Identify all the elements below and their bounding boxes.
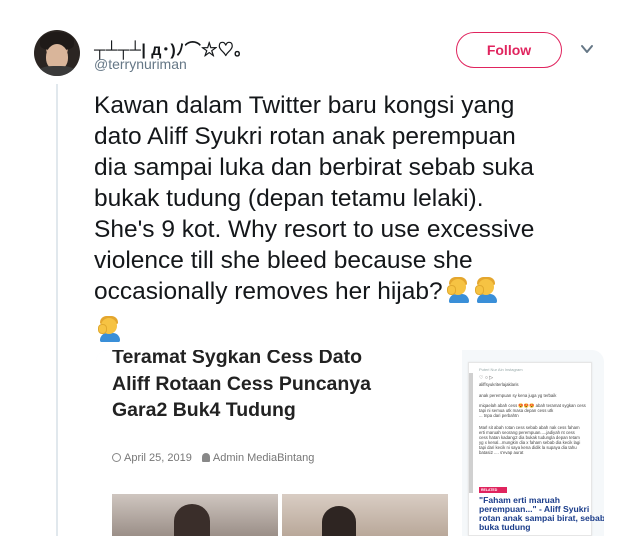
woman-facepalming-icon: [98, 316, 122, 342]
instagram-image-edge: [469, 373, 473, 493]
tweet-line: bukak tudung (depan tetamu lelaki).: [94, 185, 484, 212]
avatar[interactable]: [34, 30, 80, 76]
tweet-line: dia sampai luka dan berbirat sebab suka: [94, 154, 534, 181]
quote-line: buka tudung: [479, 522, 531, 532]
follow-button[interactable]: Follow: [456, 32, 562, 68]
chevron-down-icon[interactable]: [580, 42, 594, 56]
tweet-text: Kawan dalam Twitter baru kongsi yang dat…: [94, 90, 604, 307]
tweet-media[interactable]: Teramat Sygkan Cess Dato Aliff Rotaan Ce…: [96, 350, 604, 536]
article-title-line: Teramat Sygkan Cess Dato: [112, 350, 362, 368]
instagram-screenshot[interactable]: Puteri Nur Ain Instagram ♡ ○ ▷ aliffsyuk…: [468, 362, 604, 536]
avatar-shirt: [38, 66, 76, 76]
tweet-line: occasionally removes her hijab?: [94, 278, 443, 305]
woman-facepalming-icon: [474, 277, 499, 303]
thread-line: [56, 84, 58, 536]
article-photo: [282, 494, 448, 536]
tweet-line: Kawan dalam Twitter baru kongsi yang: [94, 92, 515, 119]
article-screenshot[interactable]: Teramat Sygkan Cess Dato Aliff Rotaan Ce…: [96, 350, 462, 536]
article-title-line: Aliff Rotaan Cess Puncanya: [112, 372, 371, 395]
tweet-line: dato Aliff Syukri rotan anak perempuan: [94, 123, 516, 150]
article-title-line: Gara2 Buk4 Tudung: [112, 399, 296, 421]
tweet-line: She's 9 kot. Why resort to use excessive: [94, 216, 535, 243]
article-meta: April 25, 2019 Admin MediaBintang: [112, 452, 314, 464]
instagram-caption: anak perempuan sy kena juga yg terbaik: [479, 393, 557, 398]
user-icon: [201, 453, 210, 462]
instagram-caption: ... tnpa dari perbahtn: [479, 413, 519, 418]
tweet-line: violence till she bleed because she: [94, 247, 473, 274]
article-author: Admin MediaBintang: [212, 452, 315, 464]
instagram-header: Puteri Nur Ain Instagram: [479, 367, 523, 372]
tweet-line-last: occasionally removes her hijab?: [94, 276, 604, 307]
user-handle[interactable]: @terrynuriman: [94, 56, 187, 72]
woman-facepalming-icon: [446, 277, 471, 303]
related-badge: RELATED: [479, 487, 507, 493]
instagram-caption: batasi2 .... s'evap aurat: [479, 450, 524, 455]
article-photo: [112, 494, 278, 536]
clock-icon: [112, 453, 121, 462]
instagram-username: aliffsyukriterlajaklaris: [479, 382, 519, 387]
instagram-icons: ♡ ○ ▷: [479, 375, 494, 381]
article-date: April 25, 2019: [124, 452, 192, 464]
article-title: Teramat Sygkan Cess Dato Aliff Rotaan Ce…: [112, 350, 462, 432]
instagram-quote: "Faham erti maruah perempuan..." - Aliff…: [479, 496, 604, 532]
